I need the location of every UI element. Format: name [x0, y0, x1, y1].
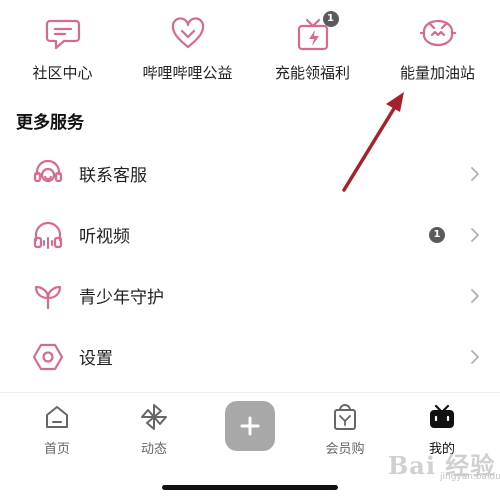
list-item-customer-service[interactable]: 联系客服: [0, 143, 500, 204]
home-indicator: [162, 485, 338, 490]
tab-dynamics[interactable]: 动态: [114, 401, 194, 457]
charge-benefits-badge: 1: [322, 11, 339, 27]
tab-mine[interactable]: 我的: [402, 401, 482, 457]
community-center-label: 社区中心: [32, 64, 93, 82]
list-item-settings[interactable]: 设置: [0, 326, 500, 387]
list-item-teen-protection[interactable]: 青少年守护: [0, 265, 500, 326]
chevron-right-icon: [468, 225, 482, 245]
sprout-icon: [30, 278, 66, 314]
plus-icon: [240, 416, 260, 436]
energy-station-item[interactable]: 能量加油站: [375, 0, 500, 95]
chevron-right-icon: [468, 286, 482, 306]
tab-vip-shop[interactable]: 会员购: [305, 401, 385, 457]
chevron-right-icon: [468, 347, 482, 367]
energy-station-label: 能量加油站: [399, 64, 475, 82]
tab-home[interactable]: 首页: [17, 401, 97, 457]
more-services-list: 联系客服 听视频 1 青少年守护 设置: [0, 143, 500, 387]
chevron-right-icon: [468, 164, 482, 184]
customer-service-label: 联系客服: [79, 166, 147, 186]
top-quick-grid: 社区中心 哔哩哔哩公益 1 充能领福利 能量加油站: [0, 0, 500, 95]
headset-icon: [30, 156, 66, 192]
home-icon: [40, 401, 74, 433]
tab-dynamics-label: 动态: [140, 442, 167, 457]
energy-station-icon: [418, 14, 458, 54]
pinwheel-icon: [137, 401, 171, 433]
bilibili-charity-item[interactable]: 哔哩哔哩公益: [125, 0, 250, 95]
settings-label: 设置: [79, 349, 113, 369]
gift-lightning-icon: 1: [293, 11, 339, 54]
settings-hexagon-icon: [30, 339, 66, 375]
tab-home-label: 首页: [43, 442, 70, 457]
list-item-listen-video[interactable]: 听视频 1: [0, 204, 500, 265]
shopping-bag-icon: [328, 401, 362, 433]
heart-icon: [168, 14, 208, 54]
charge-benefits-label: 充能领福利: [274, 64, 350, 82]
chat-bubble-icon: [43, 14, 83, 54]
more-services-title: 更多服务: [16, 113, 84, 133]
listen-video-label: 听视频: [79, 227, 130, 247]
listen-video-badge: 1: [429, 226, 445, 243]
post-plus-button[interactable]: [225, 401, 275, 451]
bilibili-charity-label: 哔哩哔哩公益: [142, 64, 233, 82]
bottom-tab-bar: 首页 动态 会员购 我的: [0, 392, 500, 500]
charge-benefits-item[interactable]: 1 充能领福利: [250, 0, 375, 95]
headphones-icon: [30, 217, 66, 253]
teen-protection-label: 青少年守护: [79, 288, 164, 308]
tab-mine-label: 我的: [428, 442, 455, 457]
tv-icon: [425, 401, 459, 433]
community-center-item[interactable]: 社区中心: [0, 0, 125, 95]
tab-vip-shop-label: 会员购: [325, 442, 365, 457]
